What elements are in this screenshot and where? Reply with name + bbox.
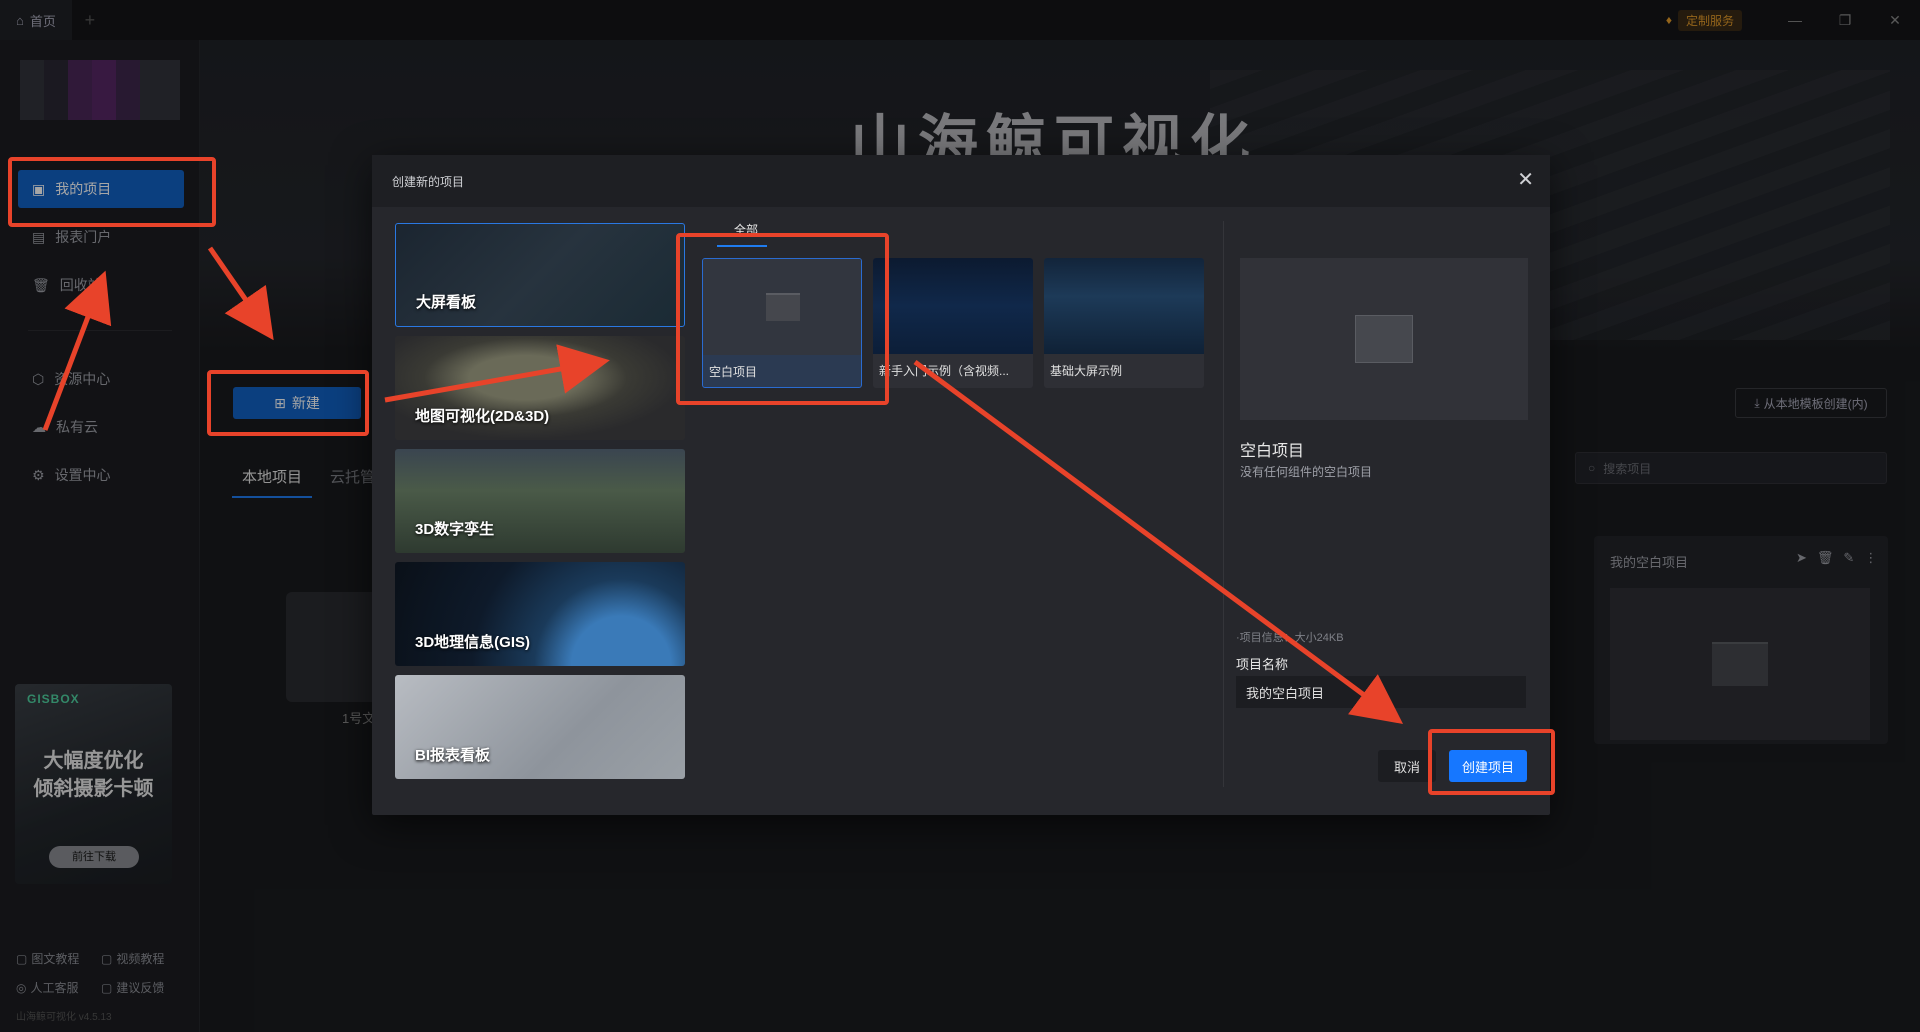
category-label: 地图可视化(2D&3D) [415, 408, 550, 425]
template-preview [1240, 258, 1528, 420]
category-label: BI报表看板 [415, 747, 491, 764]
category-3d-gis[interactable]: 3D地理信息(GIS) [395, 562, 685, 666]
dialog-divider [1223, 221, 1224, 787]
preview-info: ·项目信息：大小24KB [1236, 632, 1344, 644]
dialog-title: 创建新的项目 [392, 174, 465, 189]
preview-description: 没有任何组件的空白项目 [1240, 465, 1373, 479]
template-thumbnail [873, 258, 1033, 354]
category-3d-digital-twin[interactable]: 3D数字孪生 [395, 449, 685, 553]
template-name: 新手入门示例（含视频... [879, 364, 1010, 378]
category-label: 大屏看板 [416, 294, 477, 311]
dialog-header: 创建新的项目 [372, 155, 1550, 207]
close-icon[interactable]: ✕ [1517, 169, 1534, 191]
template-name: 基础大屏示例 [1050, 364, 1123, 378]
category-label: 3D数字孪生 [415, 521, 495, 538]
filter-tab-underline [717, 245, 767, 247]
project-name-input[interactable] [1236, 676, 1526, 708]
filter-tab-all[interactable]: 全部 [734, 221, 758, 238]
category-map-visualization[interactable]: 地图可视化(2D&3D) [395, 336, 685, 440]
create-project-button[interactable]: 创建项目 [1449, 750, 1527, 782]
blank-box-icon [1355, 315, 1413, 363]
template-beginner-example[interactable]: 新手入门示例（含视频... [873, 258, 1033, 388]
category-bi-report[interactable]: BI报表看板 [395, 675, 685, 779]
project-name-label: 项目名称 [1236, 657, 1289, 672]
cancel-button[interactable]: 取消 [1378, 750, 1436, 782]
template-thumbnail [1044, 258, 1204, 354]
template-name: 空白项目 [709, 365, 758, 379]
template-thumbnail [703, 259, 861, 355]
preview-title: 空白项目 [1240, 443, 1305, 460]
template-blank[interactable]: 空白项目 [702, 258, 862, 388]
category-label: 3D地理信息(GIS) [415, 634, 531, 651]
template-basic-dashboard[interactable]: 基础大屏示例 [1044, 258, 1204, 388]
blank-box-icon [766, 293, 800, 321]
category-big-screen[interactable]: 大屏看板 [395, 223, 685, 327]
create-project-dialog: 创建新的项目 ✕ 大屏看板 地图可视化(2D&3D) 3D数字孪生 3D地理信息… [372, 155, 1550, 815]
